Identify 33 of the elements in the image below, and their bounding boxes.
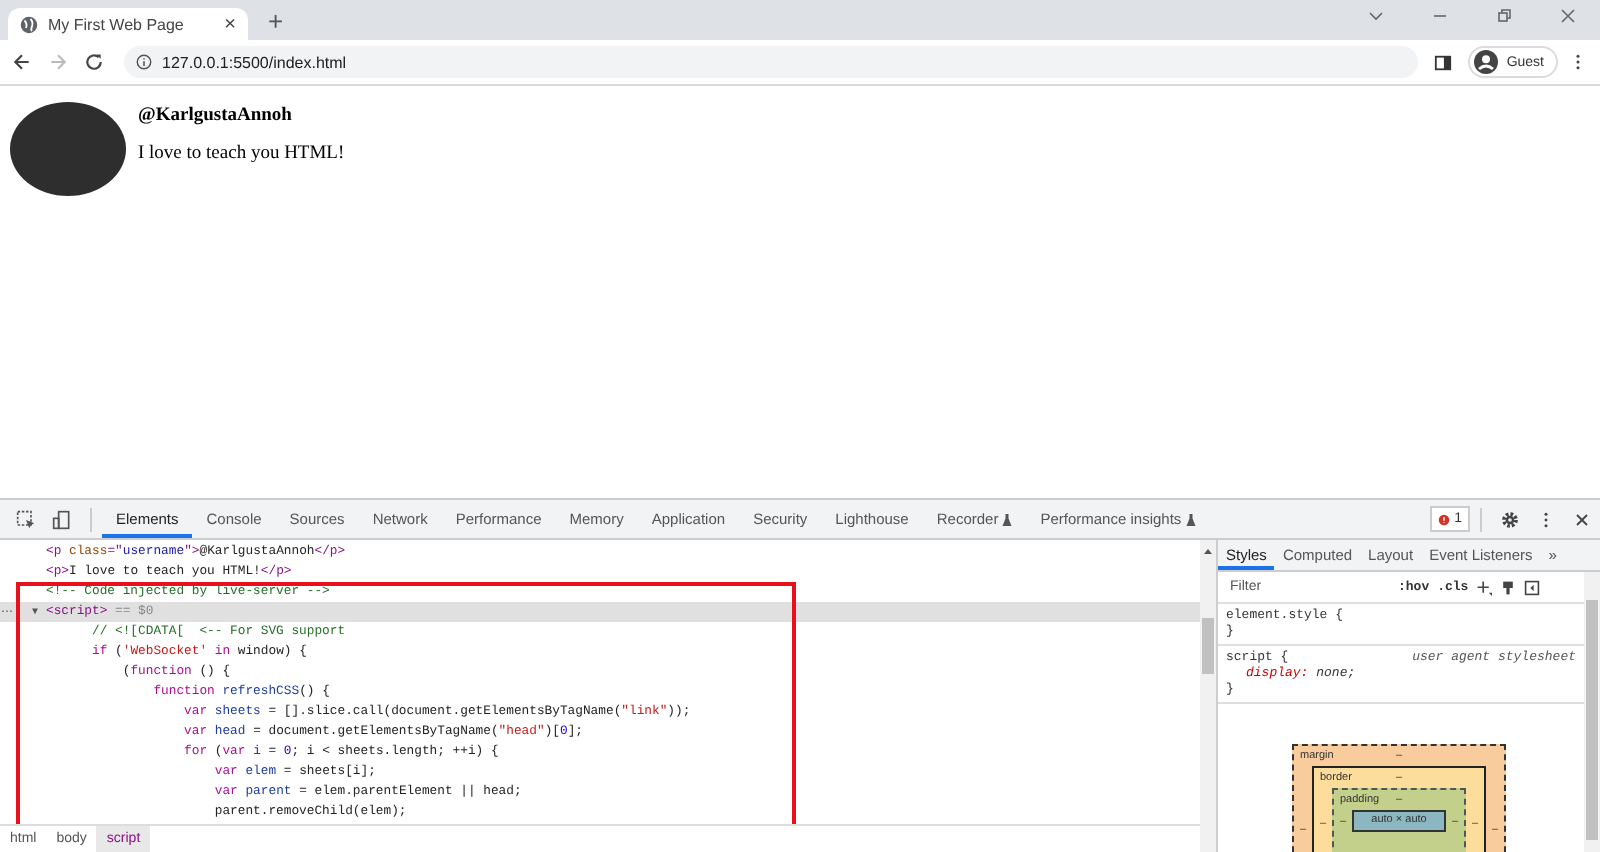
address-bar[interactable]: 127.0.0.1:5500/index.html bbox=[124, 46, 1419, 78]
scroll-up-arrow-icon[interactable] bbox=[1202, 546, 1214, 558]
inspect-icon[interactable] bbox=[16, 509, 36, 529]
scrollbar[interactable] bbox=[1200, 540, 1218, 852]
scroll-thumb[interactable] bbox=[1586, 600, 1598, 840]
back-arrow-icon[interactable] bbox=[12, 52, 32, 72]
new-tab-button[interactable]: + bbox=[268, 6, 284, 36]
sidebar-toggle-icon[interactable] bbox=[1524, 579, 1541, 595]
menu-icon[interactable] bbox=[1574, 52, 1582, 72]
close-tab-button[interactable]: × bbox=[224, 13, 236, 35]
flask-icon bbox=[1185, 513, 1196, 525]
close-icon[interactable] bbox=[1572, 509, 1592, 529]
scrollbar[interactable] bbox=[1584, 572, 1600, 852]
restore-icon[interactable] bbox=[1494, 6, 1514, 26]
close-icon[interactable] bbox=[1558, 6, 1578, 26]
tab-title: My First Web Page bbox=[48, 15, 186, 33]
scroll-thumb[interactable] bbox=[1202, 618, 1214, 674]
device-toggle-icon[interactable] bbox=[52, 509, 72, 529]
url-text: 127.0.0.1:5500/index.html bbox=[162, 53, 347, 71]
globe-icon bbox=[20, 15, 38, 33]
username: @KarlgustaAnnoh bbox=[138, 106, 294, 126]
side-panel-icon[interactable] bbox=[1434, 53, 1453, 71]
flask-icon bbox=[1002, 513, 1013, 525]
browser-tab[interactable]: My First Web Page × bbox=[8, 8, 248, 40]
person-icon bbox=[1474, 50, 1499, 74]
paragraph: I love to teach you HTML! bbox=[138, 144, 345, 164]
plus-icon[interactable] bbox=[1476, 579, 1493, 595]
paint-brush-icon[interactable] bbox=[1500, 579, 1517, 595]
info-icon bbox=[136, 54, 152, 70]
reload-icon[interactable] bbox=[84, 52, 104, 72]
settings-icon[interactable] bbox=[1500, 509, 1520, 529]
chevron-down-icon[interactable] bbox=[1366, 6, 1386, 26]
error-icon bbox=[1438, 513, 1451, 525]
